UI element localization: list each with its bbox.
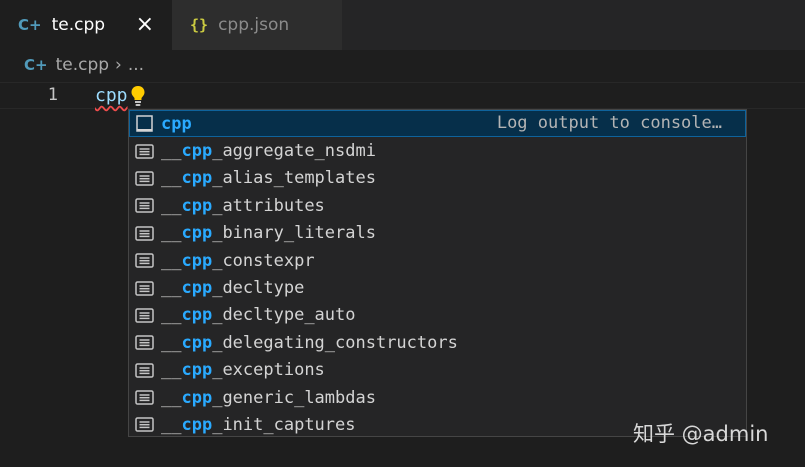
suggestion-label: __cpp_init_captures (161, 414, 356, 435)
suggestion-item[interactable]: __cpp_generic_lambdas (129, 384, 746, 411)
watermark-text: 知乎 @admin (633, 422, 769, 446)
cpp-file-icon: C+ (24, 56, 48, 74)
json-file-icon: {} (190, 16, 209, 34)
suggestion-label: __cpp_decltype_auto (161, 305, 356, 326)
suggest-widget: cpp Log output to console… __cpp_aggrega… (128, 109, 747, 437)
breadcrumb: C+ te.cpp › ... (0, 50, 805, 80)
suggestion-item[interactable]: __cpp_decltype_auto (129, 302, 746, 329)
tab-cpp-json[interactable]: {} cpp.json (172, 0, 342, 50)
vscode-editor-window: C+ te.cpp × {} cpp.json C+ te.cpp › ... … (0, 0, 805, 467)
line-number: 1 (47, 85, 58, 105)
suggestion-item[interactable]: __cpp_delegating_constructors (129, 329, 746, 356)
tab-label: te.cpp (51, 15, 106, 35)
suggestion-item[interactable]: __cpp_exceptions (129, 357, 746, 384)
snippet-icon (136, 115, 153, 132)
tab-label: cpp.json (218, 15, 290, 35)
tab-bar: C+ te.cpp × {} cpp.json (0, 0, 805, 50)
suggestion-item[interactable]: __cpp_aggregate_nsdmi (129, 137, 746, 164)
close-icon[interactable]: × (136, 14, 154, 36)
suggestion-label: __cpp_constexpr (161, 250, 315, 271)
lightbulb-icon[interactable] (130, 85, 146, 107)
suggestion-label: __cpp_aggregate_nsdmi (161, 141, 376, 162)
suggestion-label: __cpp_binary_literals (161, 223, 376, 244)
suggestion-label: __cpp_alias_templates (161, 168, 376, 189)
suggestion-label: __cpp_generic_lambdas (161, 387, 376, 408)
text-keyword-icon (135, 308, 154, 323)
suggestion-label: cpp (161, 113, 192, 134)
suggestion-item[interactable]: __cpp_attributes (129, 192, 746, 219)
text-keyword-icon (135, 226, 154, 241)
text-keyword-icon (135, 335, 154, 351)
text-keyword-icon (135, 171, 154, 186)
suggestion-item[interactable]: __cpp_binary_literals (129, 220, 746, 247)
tab-te-cpp[interactable]: C+ te.cpp × (0, 0, 172, 50)
breadcrumb-file[interactable]: te.cpp (56, 55, 109, 75)
text-keyword-icon (135, 390, 154, 405)
cpp-file-icon: C+ (18, 16, 42, 34)
suggestion-label: __cpp_delegating_constructors (161, 332, 458, 353)
text-keyword-icon (135, 253, 154, 268)
suggestion-detail: Log output to console… (496, 113, 722, 133)
suggestion-item-selected[interactable]: cpp Log output to console… (129, 110, 746, 138)
breadcrumb-separator: › (115, 55, 122, 75)
suggestion-label: __cpp_decltype (161, 278, 305, 299)
suggestion-item[interactable]: __cpp_decltype (129, 274, 746, 301)
text-keyword-icon (135, 362, 154, 378)
suggestion-label: __cpp_attributes (161, 195, 325, 216)
suggestion-item[interactable]: __cpp_alias_templates (129, 165, 746, 192)
text-keyword-icon (135, 198, 154, 214)
suggestion-label: __cpp_exceptions (161, 360, 325, 381)
typed-text[interactable]: cpp (95, 82, 128, 109)
text-keyword-icon (135, 143, 154, 159)
text-keyword-icon (135, 417, 154, 433)
code-line[interactable]: cpp (95, 82, 146, 109)
text-keyword-icon (135, 280, 154, 296)
breadcrumb-symbols[interactable]: ... (128, 55, 144, 75)
suggestion-item[interactable]: __cpp_constexpr (129, 247, 746, 274)
suggestion-list: __cpp_aggregate_nsdmi __cpp_alias_templat… (129, 137, 746, 436)
